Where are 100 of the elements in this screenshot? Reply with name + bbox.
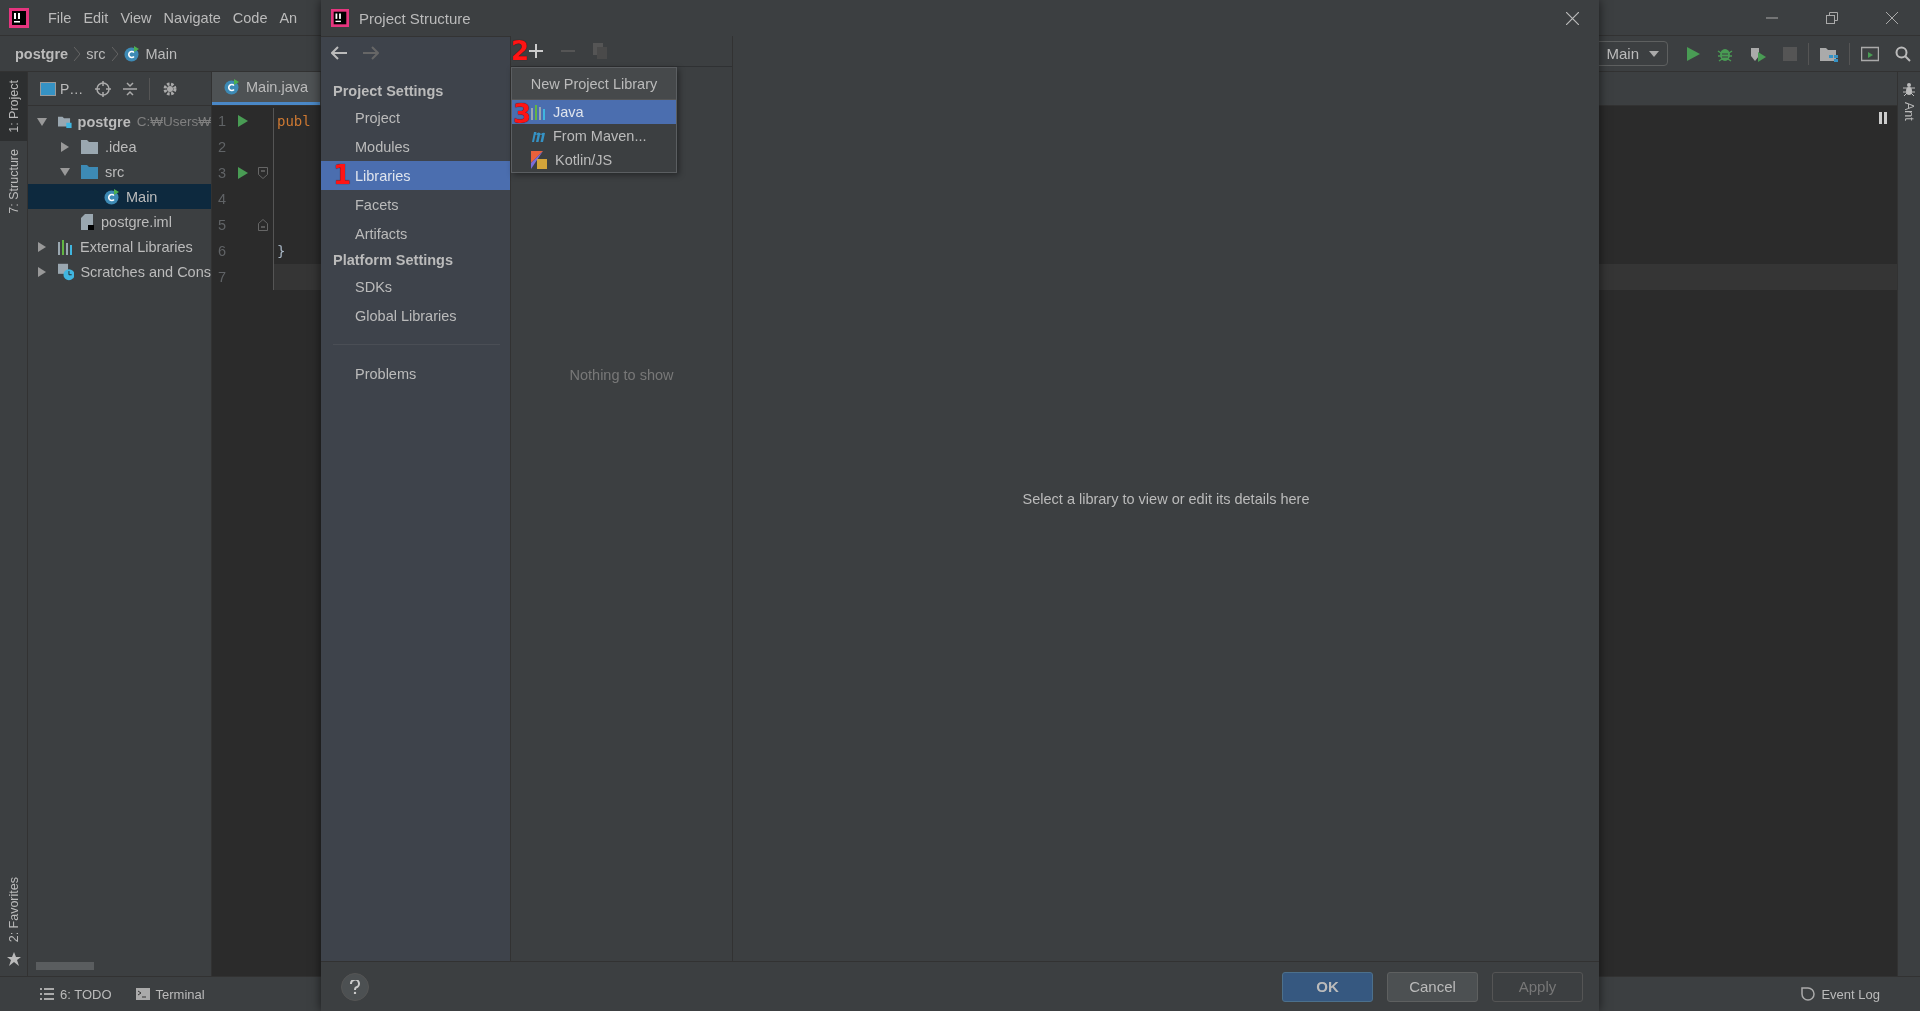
chevron-icon (111, 46, 118, 61)
expand-toggle-icon[interactable] (36, 240, 48, 253)
menu-item[interactable]: Edit (78, 9, 114, 26)
menu-item[interactable]: Kotlin/JS (512, 148, 676, 172)
nav-item[interactable]: Modules (321, 132, 510, 161)
line-number: 6 (217, 243, 228, 259)
menu-title: New Project Library (512, 68, 676, 100)
add-icon[interactable] (529, 44, 543, 58)
scrollbar[interactable] (36, 962, 94, 970)
nav-item[interactable]: Project (321, 103, 510, 132)
nav-item[interactable]: Facets (321, 190, 510, 219)
folder-icon[interactable] (1820, 45, 1838, 62)
nav-item[interactable]: Artifacts (321, 219, 510, 248)
nav-item[interactable]: SDKs (321, 272, 510, 301)
kotlin-js-icon (531, 151, 549, 169)
help-button[interactable] (341, 972, 369, 1001)
collapse-icon[interactable] (123, 80, 138, 97)
line-number: 4 (217, 191, 228, 207)
file-icon (81, 213, 95, 230)
code-text: publ (277, 113, 311, 129)
expand-toggle-icon[interactable] (59, 140, 71, 153)
tree-item[interactable]: postgre.iml (28, 209, 211, 234)
dialog-title: Project Structure (359, 9, 471, 27)
back-arrow-icon[interactable] (331, 46, 347, 60)
line-number: 3 (217, 165, 228, 181)
list-icon (40, 988, 54, 1000)
tool-window-tab[interactable]: Ant (1902, 102, 1916, 121)
tree-item[interactable]: External Libraries (28, 234, 211, 259)
path-hint: C:₩Users₩ (136, 114, 211, 129)
folder-icon (81, 138, 99, 155)
tool-window-button[interactable]: Terminal (135, 986, 205, 1002)
expand-toggle-icon[interactable] (36, 265, 48, 278)
class-icon (224, 79, 240, 95)
annotation-number: 3 (513, 101, 532, 127)
tree-item[interactable]: Main (28, 184, 211, 209)
dialog-button[interactable]: Cancel (1387, 971, 1478, 1002)
folder-icon (81, 163, 99, 180)
chevron-icon (74, 46, 81, 61)
class-icon (104, 188, 120, 205)
menu-item[interactable]: An (274, 9, 303, 26)
app-logo-icon (331, 9, 349, 27)
locate-icon[interactable] (95, 80, 112, 97)
tool-window-tab[interactable]: 2: Favorites (0, 868, 27, 948)
star-icon (6, 952, 21, 966)
breadcrumb-item[interactable]: Main (145, 45, 177, 62)
app-logo-icon (9, 7, 29, 28)
pause-icon[interactable] (1879, 112, 1887, 124)
line-number: 5 (217, 217, 228, 233)
tool-window-tab[interactable]: 7: Structure (0, 140, 27, 222)
library-bars-icon (58, 238, 74, 255)
annotation-number: 2 (511, 38, 530, 64)
tree-item[interactable]: src (28, 159, 211, 184)
editor-tab[interactable]: Main.java (212, 72, 321, 105)
tool-window-tab[interactable]: 1: Project (0, 72, 27, 141)
run-gutter-icon[interactable] (238, 115, 248, 127)
window-icon[interactable] (1861, 45, 1879, 62)
section-header: Project Settings (332, 82, 445, 101)
class-icon (123, 45, 140, 62)
restore-icon[interactable] (1826, 11, 1838, 24)
section-header: Platform Settings (332, 251, 455, 270)
window-icon (40, 81, 56, 96)
scratch-clock-icon (58, 262, 75, 281)
menu-item[interactable]: Navigate (158, 9, 226, 26)
ant-icon (1902, 82, 1916, 96)
details-hint: Select a library to view or edit its details here (1022, 490, 1310, 507)
menu-item[interactable]: View (115, 9, 157, 26)
search-icon[interactable] (1895, 45, 1911, 62)
nav-item[interactable]: Problems (321, 359, 510, 388)
expand-toggle-icon[interactable] (59, 165, 71, 178)
annotation-number: 1 (333, 162, 352, 188)
settings-icon[interactable] (162, 80, 179, 97)
tree-item[interactable]: postgre C:₩Users₩ (28, 109, 211, 134)
tree-item[interactable]: Scratches and Cons (28, 259, 211, 284)
tree-item[interactable]: .idea (28, 134, 211, 159)
code-text: } (277, 243, 286, 259)
maven-icon (531, 129, 547, 143)
menu-item[interactable]: From Maven... (512, 124, 676, 148)
question-mark-icon (350, 979, 360, 994)
menu-item[interactable]: Code (227, 9, 273, 26)
event-log-button[interactable]: Event Log (1801, 986, 1880, 1002)
nav-item[interactable]: Global Libraries (321, 301, 510, 330)
close-icon[interactable] (1566, 11, 1579, 25)
coverage-icon[interactable] (1749, 45, 1767, 62)
view-selector[interactable]: P… (40, 80, 84, 97)
run-icon[interactable] (1685, 45, 1701, 62)
expand-toggle-icon[interactable] (36, 115, 48, 128)
close-icon[interactable] (1886, 11, 1898, 24)
fold-icon[interactable] (258, 167, 268, 179)
terminal-icon (135, 988, 150, 1000)
run-gutter-icon[interactable] (238, 167, 248, 179)
breadcrumb-item[interactable]: src (86, 45, 106, 62)
fold-icon[interactable] (258, 219, 268, 231)
tool-window-button[interactable]: 6: TODO (40, 986, 112, 1002)
line-number: 7 (217, 269, 228, 285)
empty-list-text: Nothing to show (568, 367, 675, 383)
line-number: 1 (217, 113, 228, 129)
caret-icon (1649, 50, 1659, 57)
dialog-button[interactable]: OK (1282, 971, 1373, 1002)
breadcrumb-item[interactable]: postgre (15, 45, 69, 62)
menu-item[interactable]: File (43, 9, 77, 26)
